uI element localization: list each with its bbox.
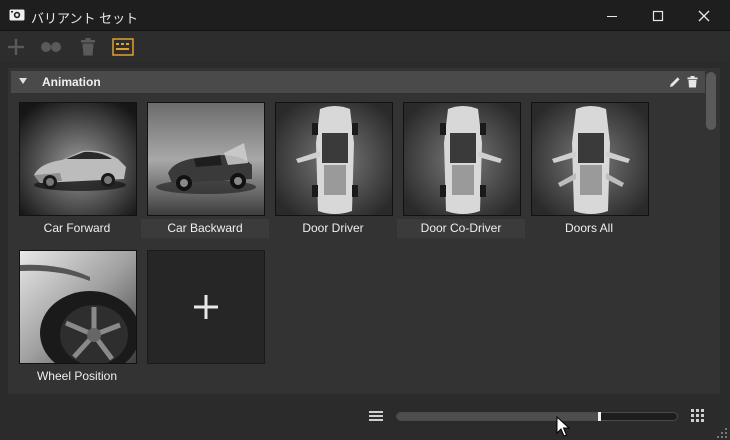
variant-thumbnail-car-forward[interactable] [19, 102, 137, 216]
minimize-icon [607, 15, 617, 17]
thumbnail-size-slider[interactable] [396, 412, 678, 421]
delete-variant-button[interactable] [77, 36, 99, 58]
maximize-icon [652, 10, 664, 21]
delete-icon[interactable] [685, 75, 699, 89]
variant-label: Door Co-Driver [397, 219, 525, 238]
settings-panel-button[interactable] [112, 36, 134, 58]
slider-thumb[interactable] [598, 412, 601, 421]
close-icon [698, 10, 710, 21]
toolbar [0, 31, 730, 62]
close-button[interactable] [681, 0, 727, 31]
variant-thumbnail-door-driver[interactable] [275, 102, 393, 216]
list-view-icon[interactable] [369, 409, 383, 423]
section-title: Animation [42, 75, 101, 89]
variant-label: Car Forward [43, 221, 111, 235]
variant-group-button[interactable] [40, 36, 62, 58]
variant-label: Car Backward [141, 219, 269, 238]
maximize-button[interactable] [635, 0, 681, 31]
mouse-cursor-icon [556, 415, 571, 438]
trash-icon [81, 38, 95, 56]
add-variant-button[interactable] [5, 36, 27, 58]
title-bar[interactable]: バリアント セット [0, 0, 730, 31]
variant-label: Doors All [564, 221, 614, 235]
window-title: バリアント セット [31, 11, 139, 26]
variant-group-icon [41, 42, 61, 52]
variant-thumbnail-doors-all[interactable] [531, 102, 649, 216]
variant-thumbnail-wheel-position[interactable] [19, 250, 137, 364]
resize-grip-icon[interactable] [716, 426, 728, 438]
section-header-animation[interactable]: Animation [11, 71, 705, 93]
chevron-down-icon[interactable] [19, 78, 27, 84]
minimize-button[interactable] [589, 0, 635, 31]
add-icon [8, 39, 24, 55]
vertical-scrollbar[interactable] [706, 72, 716, 130]
add-variant-tile[interactable] [147, 250, 265, 364]
settings-panel-icon [112, 38, 134, 56]
app-icon [9, 8, 25, 22]
add-icon [194, 295, 218, 319]
variant-thumbnail-car-backward[interactable] [147, 102, 265, 216]
edit-pencil-icon[interactable] [668, 75, 682, 89]
variant-label: Wheel Position [36, 369, 118, 383]
grid-view-icon[interactable] [691, 409, 705, 423]
variant-thumbnail-door-co-driver[interactable] [403, 102, 521, 216]
variant-label: Door Driver [302, 221, 364, 235]
